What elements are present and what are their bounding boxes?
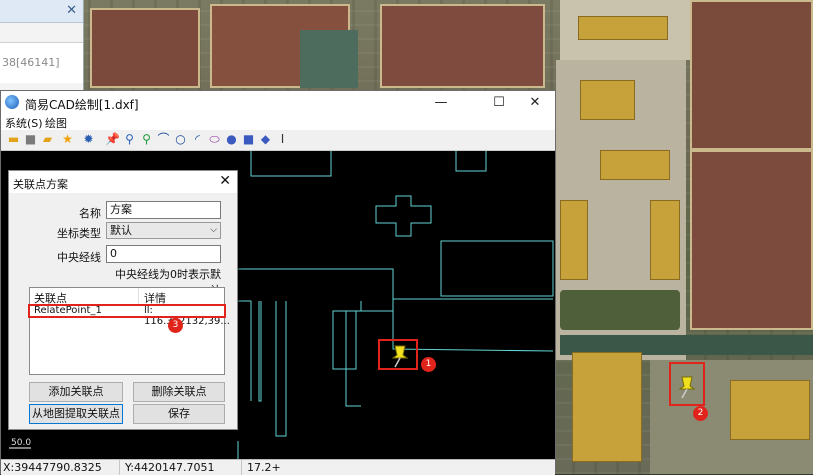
pin-yellow-icon[interactable]: 📌 (105, 132, 120, 147)
status-separator (241, 460, 242, 475)
map-water (300, 30, 358, 88)
pin-blue-icon[interactable]: ⚲ (122, 132, 137, 147)
map-pin-marker-icon[interactable] (676, 374, 698, 400)
background-window: ✕ 38[46141] (0, 0, 84, 91)
annotation-badge-1: 1 (421, 357, 436, 372)
map-roof (600, 150, 670, 180)
cad-outline (233, 268, 394, 370)
status-x: X:39447790.8325 (3, 461, 102, 474)
cad-outline (250, 151, 332, 177)
annotation-badge-3: 3 (168, 318, 183, 333)
text-cursor-icon[interactable]: I (275, 132, 290, 147)
coord-type-label: 坐标类型 (57, 227, 101, 240)
coord-type-select[interactable]: 默认 ⌵ (106, 222, 221, 239)
arc-icon[interactable]: ◜ (190, 132, 205, 147)
name-label: 名称 (79, 207, 101, 220)
map-building-block (690, 0, 813, 150)
polygon-icon[interactable]: ◆ (258, 132, 273, 147)
column-divider (138, 288, 139, 304)
arc-line-icon[interactable]: ⌒ (156, 132, 171, 147)
dialog-titlebar: 关联点方案 ✕ (9, 171, 237, 193)
cad-outline (345, 311, 361, 407)
minimize-button[interactable]: — (419, 93, 463, 113)
relate-point-dialog: 关联点方案 ✕ 名称 方案 坐标类型 默认 ⌵ 中央经线 0 中央经线为0时表示… (8, 170, 238, 430)
highlight-box-cad-pin (378, 339, 418, 370)
list-header: 关联点 详情 (30, 288, 224, 305)
delete-point-button[interactable]: 删除关联点 (133, 382, 225, 402)
map-roof (560, 200, 588, 280)
coord-type-value: 默认 (110, 224, 132, 237)
map-roof (578, 16, 668, 40)
menubar: 系统(S) 绘图 (1, 114, 555, 130)
save-button[interactable]: 保存 (133, 404, 225, 424)
circle-icon[interactable]: ○ (173, 132, 188, 147)
close-button[interactable]: ✕ (513, 93, 557, 113)
scale-label: 50.0 (11, 438, 31, 448)
cad-outline (258, 301, 262, 402)
dialog-title: 关联点方案 (13, 178, 68, 191)
name-field[interactable]: 方案 (106, 201, 221, 219)
map-roof (572, 352, 642, 462)
map-building-block (90, 8, 200, 88)
settings-icon[interactable]: ✹ (81, 132, 96, 147)
meridian-field[interactable]: 0 (106, 245, 221, 263)
cad-outline (440, 240, 554, 297)
highlight-box-row (28, 304, 226, 318)
app-icon (5, 95, 19, 109)
open-folder-icon[interactable]: ▬ (6, 132, 21, 147)
background-window-titlebar: ✕ (0, 0, 83, 23)
titlebar: 简易CAD绘制[1.dxf] — ☐ ✕ (1, 91, 555, 114)
window-title: 简易CAD绘制[1.dxf] (25, 98, 139, 112)
cad-outline (275, 301, 287, 437)
chevron-down-icon: ⌵ (210, 225, 217, 235)
star-icon[interactable]: ★ (60, 132, 75, 147)
meridian-label: 中央经线 (57, 251, 101, 264)
map-building-block (690, 150, 813, 330)
relate-point-list[interactable]: 关联点 详情 RelatePoint_1 ll: 116.392132,39..… (29, 287, 230, 375)
statusbar: X:39447790.8325 Y:4420147.7051 17.2+ (1, 459, 555, 475)
status-separator (119, 460, 120, 475)
background-window-text: 38[46141] (2, 56, 60, 69)
folder-icon[interactable]: ▰ (40, 132, 55, 147)
ellipse-icon[interactable]: ⬭ (207, 132, 222, 147)
save-icon[interactable]: ■ (23, 132, 38, 147)
cad-outline (455, 151, 487, 172)
status-zoom: 17.2+ (247, 461, 281, 474)
menu-system[interactable]: 系统(S) (5, 115, 43, 131)
pick-from-map-button[interactable]: 从地图提取关联点 (29, 404, 123, 424)
dialog-close-icon[interactable]: ✕ (219, 173, 231, 189)
pin-green-icon[interactable]: ⚲ (139, 132, 154, 147)
map-trees (560, 290, 680, 330)
add-point-button[interactable]: 添加关联点 (29, 382, 123, 402)
map-building-block (380, 4, 545, 88)
rounded-rect-icon[interactable]: ■ (241, 132, 256, 147)
status-y: Y:4420147.7051 (125, 461, 215, 474)
menu-draw[interactable]: 绘图 (45, 115, 67, 131)
toolbar: ▬ ■ ▰ ★ ✹ 📌 ⚲ ⚲ ⌒ ○ ◜ ⬭ ● ■ ◆ I (1, 130, 555, 151)
map-roof (730, 380, 810, 440)
close-icon[interactable]: ✕ (66, 3, 77, 18)
annotation-badge-2: 2 (693, 406, 708, 421)
filled-circle-icon[interactable]: ● (224, 132, 239, 147)
map-roof (650, 200, 680, 280)
map-roof (580, 80, 635, 120)
cad-outline (375, 195, 432, 237)
